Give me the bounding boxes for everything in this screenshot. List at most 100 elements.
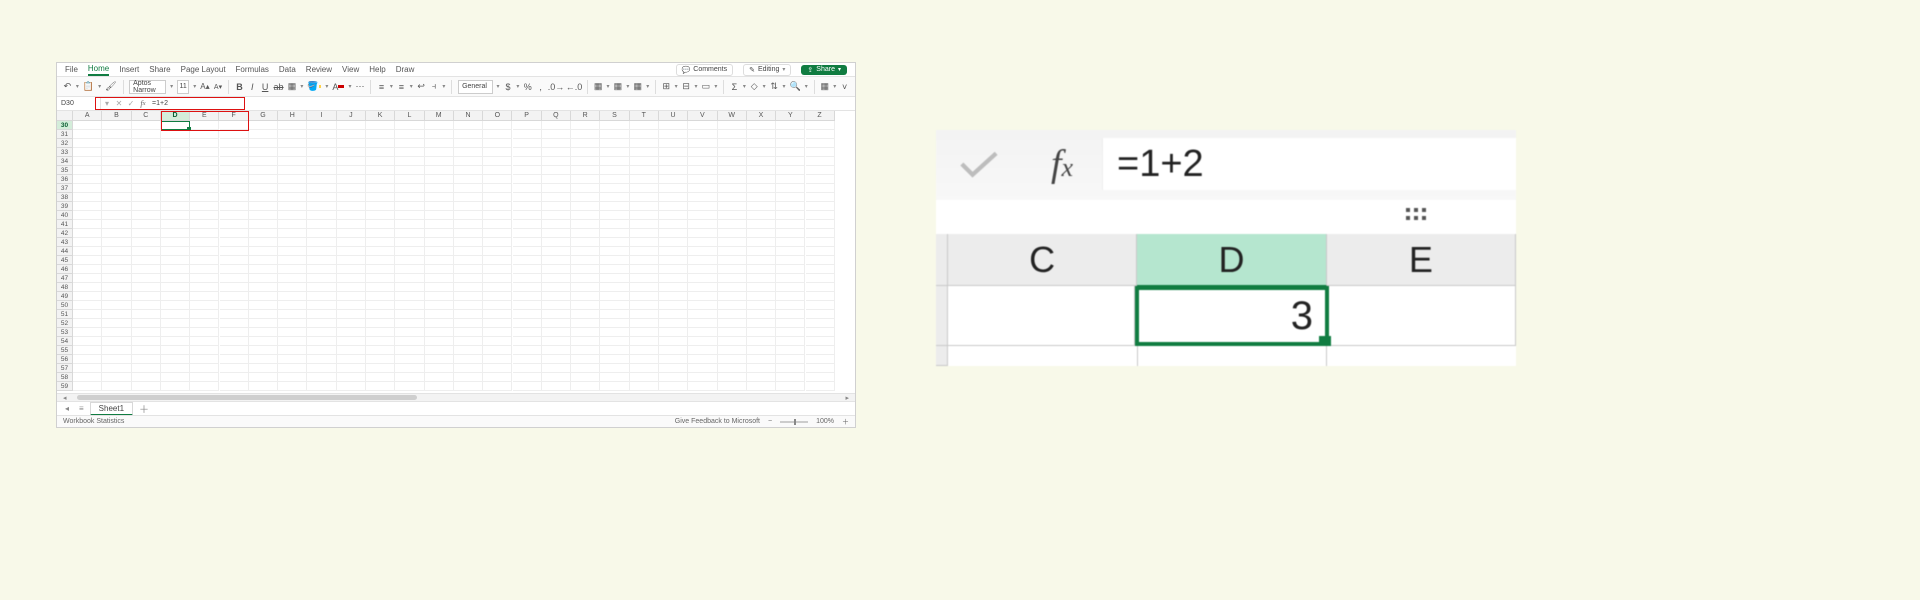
cell[interactable] — [776, 175, 805, 184]
cell[interactable] — [630, 121, 659, 130]
copy-format-button[interactable]: 🖌 — [105, 80, 116, 94]
cell[interactable] — [73, 193, 102, 202]
cell[interactable] — [659, 202, 688, 211]
cell[interactable] — [278, 256, 307, 265]
cell[interactable] — [513, 166, 542, 175]
cell[interactable] — [688, 193, 717, 202]
cell[interactable] — [542, 184, 571, 193]
cell[interactable] — [73, 319, 102, 328]
cell[interactable] — [366, 247, 395, 256]
chevron-down-icon[interactable]: ▾ — [442, 83, 445, 90]
editing-mode-button[interactable]: ✎ Editing ▾ — [743, 64, 791, 76]
cell[interactable] — [307, 292, 336, 301]
selected-cell[interactable] — [161, 121, 190, 130]
cell[interactable] — [132, 256, 161, 265]
cell[interactable] — [600, 229, 629, 238]
cell[interactable] — [395, 256, 424, 265]
cell[interactable] — [190, 319, 219, 328]
cell[interactable] — [425, 283, 454, 292]
cell[interactable] — [366, 211, 395, 220]
cell[interactable] — [249, 274, 278, 283]
cell[interactable] — [366, 202, 395, 211]
merge-button[interactable]: ⫞ — [430, 80, 439, 94]
cell[interactable] — [249, 211, 278, 220]
cell[interactable] — [366, 220, 395, 229]
cell[interactable] — [102, 373, 131, 382]
cell[interactable] — [337, 220, 366, 229]
cell[interactable] — [659, 166, 688, 175]
cell[interactable] — [688, 229, 717, 238]
cell[interactable] — [806, 364, 835, 373]
cell[interactable] — [73, 229, 102, 238]
cell[interactable] — [747, 364, 776, 373]
cell[interactable] — [249, 157, 278, 166]
cell[interactable] — [73, 274, 102, 283]
cell[interactable] — [513, 373, 542, 382]
cell[interactable] — [806, 229, 835, 238]
cell[interactable] — [454, 238, 483, 247]
cell[interactable] — [600, 166, 629, 175]
currency-button[interactable]: $ — [504, 80, 513, 94]
cell[interactable] — [132, 211, 161, 220]
cell[interactable] — [395, 292, 424, 301]
cell[interactable] — [600, 184, 629, 193]
cell[interactable] — [278, 229, 307, 238]
column-header[interactable]: E — [1327, 234, 1516, 286]
cell[interactable] — [102, 166, 131, 175]
cell[interactable] — [454, 184, 483, 193]
cell[interactable] — [718, 247, 747, 256]
cell[interactable] — [161, 355, 190, 364]
cell[interactable] — [307, 364, 336, 373]
cell[interactable] — [249, 184, 278, 193]
cell[interactable] — [220, 382, 249, 391]
cell[interactable] — [337, 382, 366, 391]
row-header[interactable]: 57 — [57, 364, 73, 373]
cell[interactable] — [688, 139, 717, 148]
cell[interactable] — [307, 238, 336, 247]
cell[interactable] — [659, 283, 688, 292]
cell[interactable] — [513, 148, 542, 157]
cell[interactable] — [600, 139, 629, 148]
cell[interactable] — [220, 301, 249, 310]
sort-filter-button[interactable]: ⇅ — [770, 80, 779, 94]
cell[interactable] — [747, 310, 776, 319]
cell[interactable] — [542, 301, 571, 310]
cell[interactable] — [249, 148, 278, 157]
cell[interactable] — [161, 346, 190, 355]
cell[interactable] — [102, 256, 131, 265]
accept-formula-button[interactable]: ✓ — [125, 97, 137, 110]
find-button[interactable]: 🔍 — [790, 80, 801, 94]
cell[interactable] — [747, 274, 776, 283]
cell[interactable] — [102, 238, 131, 247]
cell[interactable] — [132, 319, 161, 328]
cell[interactable] — [366, 346, 395, 355]
cell[interactable] — [542, 220, 571, 229]
cell[interactable] — [718, 274, 747, 283]
cell[interactable] — [132, 193, 161, 202]
cell[interactable] — [395, 229, 424, 238]
cell[interactable] — [73, 283, 102, 292]
cell[interactable] — [337, 211, 366, 220]
cell[interactable] — [513, 364, 542, 373]
cell[interactable] — [220, 337, 249, 346]
cell[interactable] — [249, 328, 278, 337]
cell[interactable] — [337, 346, 366, 355]
cell[interactable] — [132, 328, 161, 337]
cell[interactable] — [190, 346, 219, 355]
cell[interactable] — [630, 220, 659, 229]
cell[interactable] — [366, 256, 395, 265]
row-header[interactable]: 52 — [57, 319, 73, 328]
cell[interactable] — [806, 130, 835, 139]
cell[interactable] — [659, 148, 688, 157]
cell[interactable] — [776, 139, 805, 148]
cell[interactable] — [337, 355, 366, 364]
cell[interactable] — [249, 319, 278, 328]
cell[interactable] — [395, 247, 424, 256]
menu-page-layout[interactable]: Page Layout — [181, 65, 226, 74]
cell[interactable] — [571, 274, 600, 283]
cell[interactable] — [307, 139, 336, 148]
paste-button[interactable]: 📋 — [83, 80, 94, 94]
delete-cells-button[interactable]: ⊟ — [682, 80, 691, 94]
cell[interactable] — [220, 121, 249, 130]
cell-styles-button[interactable]: ▦ — [633, 80, 642, 94]
